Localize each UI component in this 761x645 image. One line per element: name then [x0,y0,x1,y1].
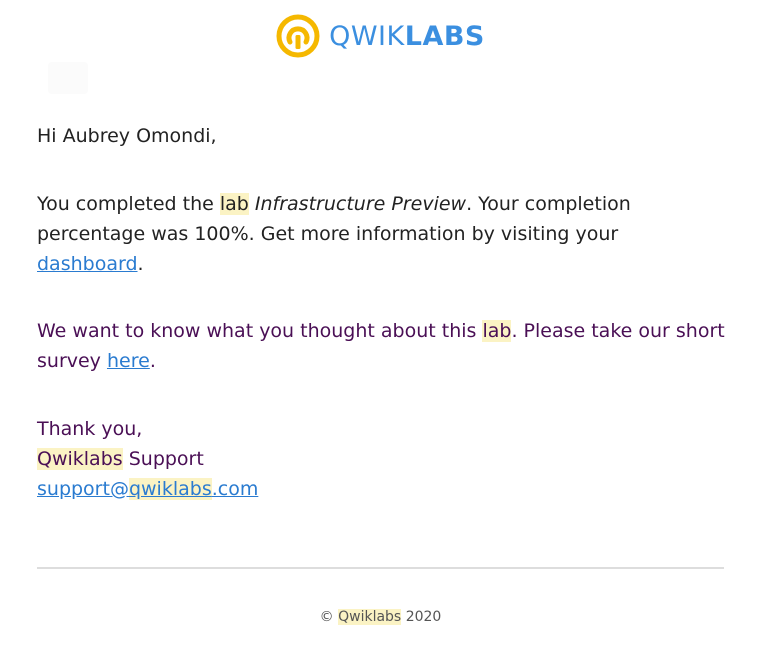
copyright-symbol: © [319,609,334,625]
logo-wordmark-light: QWIK [329,20,405,52]
logo-group: QWIKLABS [276,14,485,58]
survey-text-before: We want to know what you thought about t… [37,320,483,342]
support-email-link[interactable]: support@qwiklabs.com [37,478,258,500]
footer: © Qwiklabs 2020 [0,606,761,628]
logo-wordmark-bold: LABS [404,20,485,52]
signoff-thanks: Thank you, [37,418,143,440]
support-email-brand: qwiklabs [128,478,212,500]
survey-paragraph: We want to know what you thought about t… [37,316,727,376]
signoff-paragraph: Thank you, Qwiklabs Support support@qwik… [37,414,727,504]
footer-divider [37,567,724,569]
footer-year: 2020 [405,609,442,625]
survey-lab-highlight: lab [482,320,512,342]
survey-link[interactable]: here [107,350,150,372]
greeting: Hi Aubrey Omondi, [37,125,217,147]
signoff-team: Support [122,448,204,470]
logo-wordmark: QWIKLABS [329,23,485,50]
footer-brand: Qwiklabs [338,609,402,625]
signoff-brand: Qwiklabs [37,448,123,470]
completion-text-before: You completed the [37,193,220,215]
lab-name: Infrastructure Preview [254,193,467,215]
completion-text-after: . [137,253,144,275]
email-body: Hi Aubrey Omondi, You completed the lab … [37,121,727,504]
header-logo: QWIKLABS [0,14,761,58]
lab-highlight: lab [219,193,249,215]
support-email-domain: .com [211,478,259,500]
qwiklabs-logo-icon [276,14,320,58]
survey-text-after: . [149,350,156,372]
completion-paragraph: You completed the lab Infrastructure Pre… [37,189,727,279]
support-email-user: support@ [37,478,129,500]
dashboard-link[interactable]: dashboard [37,253,138,275]
faint-placeholder-box [48,62,88,94]
